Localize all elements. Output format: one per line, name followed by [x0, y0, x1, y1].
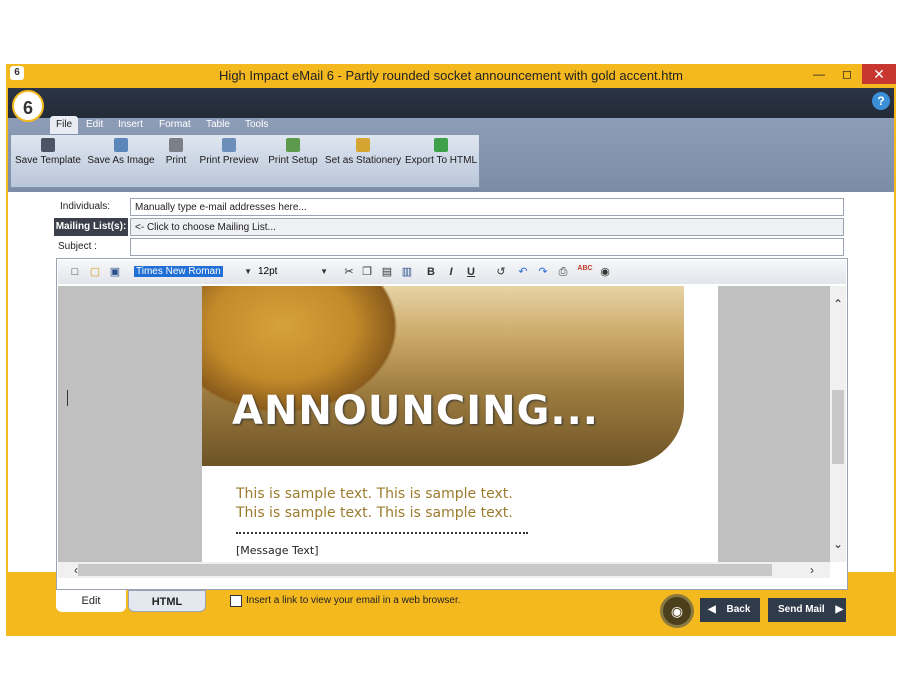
print-preview-label: Print Preview: [199, 155, 259, 166]
tab-edit[interactable]: Edit: [56, 590, 126, 612]
tab-format[interactable]: Format: [153, 116, 197, 134]
app-icon: 6: [10, 66, 24, 80]
scroll-right-icon[interactable]: ›: [804, 562, 820, 578]
redo-icon[interactable]: ↷: [536, 265, 550, 279]
save-as-image-label: Save As Image: [87, 155, 155, 166]
maximize-icon[interactable]: ◻: [834, 64, 860, 84]
vertical-scroll-thumb[interactable]: [832, 390, 844, 464]
export-to-html-button[interactable]: Export To HTML: [404, 138, 478, 178]
stationery-icon: [356, 138, 370, 152]
print-button[interactable]: Print: [160, 138, 192, 178]
chevron-right-icon: ▶: [835, 604, 844, 615]
underline-button[interactable]: U: [464, 265, 478, 279]
print-setup-icon: [286, 138, 300, 152]
chevron-down-icon: ▼: [244, 267, 252, 276]
paste-word-icon[interactable]: ▥: [400, 265, 414, 279]
hay-bale-hero-image: [202, 286, 684, 466]
tab-insert[interactable]: Insert: [112, 116, 149, 134]
help-icon[interactable]: ?: [872, 92, 890, 110]
print-setup-button[interactable]: Print Setup: [266, 138, 320, 178]
export-to-html-label: Export To HTML: [404, 155, 478, 166]
sample-text-line-2: This is sample text. This is sample text…: [236, 505, 513, 521]
subject-input[interactable]: [130, 238, 844, 256]
minimize-icon[interactable]: —: [806, 64, 832, 84]
scroll-down-icon[interactable]: ⌄: [830, 536, 846, 552]
font-size-select[interactable]: 12pt ▼: [258, 264, 330, 280]
floppy-icon: [41, 138, 55, 152]
set-as-stationery-label: Set as Stationery: [324, 155, 402, 166]
individuals-label: Individuals:: [60, 201, 111, 212]
tab-edit-menu[interactable]: Edit: [80, 116, 109, 134]
bold-button[interactable]: B: [424, 265, 438, 279]
back-label: Back: [726, 604, 751, 615]
copy-icon[interactable]: ❐: [360, 265, 374, 279]
font-name-value: Times New Roman: [134, 266, 223, 277]
individuals-input[interactable]: Manually type e-mail addresses here...: [130, 198, 844, 216]
print-preview-icon: [222, 138, 236, 152]
image-save-icon: [114, 138, 128, 152]
back-button[interactable]: ◀ Back: [700, 598, 760, 622]
message-placeholder: [Message Text]: [236, 544, 319, 557]
new-doc-icon[interactable]: □: [68, 265, 82, 279]
tab-table[interactable]: Table: [200, 116, 236, 134]
printer-icon[interactable]: ⎙: [556, 265, 570, 279]
print-preview-button[interactable]: Print Preview: [198, 138, 260, 178]
paste-icon[interactable]: ▤: [380, 265, 394, 279]
print-label: Print: [165, 155, 187, 166]
send-mail-label: Send Mail: [778, 604, 825, 615]
send-mail-button[interactable]: Send Mail ▶: [768, 598, 846, 622]
print-setup-label: Print Setup: [268, 155, 318, 166]
italic-button[interactable]: I: [444, 265, 458, 279]
horizontal-scroll-thumb[interactable]: [78, 564, 772, 576]
export-html-icon: [434, 138, 448, 152]
web-link-checkbox[interactable]: [230, 595, 242, 607]
window-title: High Impact eMail 6 - Partly rounded soc…: [219, 68, 683, 83]
save-template-label: Save Template: [15, 155, 81, 166]
font-size-value: 12pt: [258, 266, 278, 277]
dotted-divider: [236, 532, 528, 534]
sample-text-line-1: This is sample text. This is sample text…: [236, 486, 513, 502]
set-as-stationery-button[interactable]: Set as Stationery: [324, 138, 402, 178]
cut-icon[interactable]: ✂: [342, 265, 356, 279]
subject-label: Subject :: [58, 241, 97, 252]
app-logo[interactable]: 6: [12, 90, 44, 122]
refresh-icon[interactable]: ↺: [494, 265, 508, 279]
preview-eye-icon[interactable]: ◉: [660, 594, 694, 628]
open-folder-icon[interactable]: ▢: [88, 265, 102, 279]
font-name-select[interactable]: Times New Roman ▼: [134, 264, 254, 280]
tab-file[interactable]: File: [50, 116, 79, 134]
chevron-left-icon: ◀: [708, 604, 716, 615]
spell-check-label: ABC: [577, 265, 593, 272]
undo-icon[interactable]: ↶: [516, 265, 530, 279]
text-caret: [67, 390, 68, 406]
save-icon[interactable]: ▣: [108, 265, 122, 279]
scroll-up-icon[interactable]: ⌃: [830, 296, 846, 312]
printer-icon: [169, 138, 183, 152]
close-icon[interactable]: ✕: [862, 64, 896, 84]
find-icon[interactable]: ◉: [598, 265, 612, 279]
save-template-button[interactable]: Save Template: [14, 138, 82, 178]
save-as-image-button[interactable]: Save As Image: [86, 138, 156, 178]
mailing-list-button[interactable]: Mailing List(s):: [54, 218, 128, 236]
web-link-checkbox-label: Insert a link to view your email in a we…: [246, 595, 461, 606]
tab-html[interactable]: HTML: [128, 590, 206, 612]
mailing-list-input[interactable]: <- Click to choose Mailing List...: [130, 218, 844, 236]
title-bar: High Impact eMail 6 - Partly rounded soc…: [6, 64, 896, 88]
tab-tools[interactable]: Tools: [239, 116, 274, 134]
hero-heading: ANNOUNCING...: [232, 388, 600, 434]
chevron-down-icon: ▼: [320, 267, 328, 276]
spell-check-icon[interactable]: ABC: [576, 265, 594, 279]
